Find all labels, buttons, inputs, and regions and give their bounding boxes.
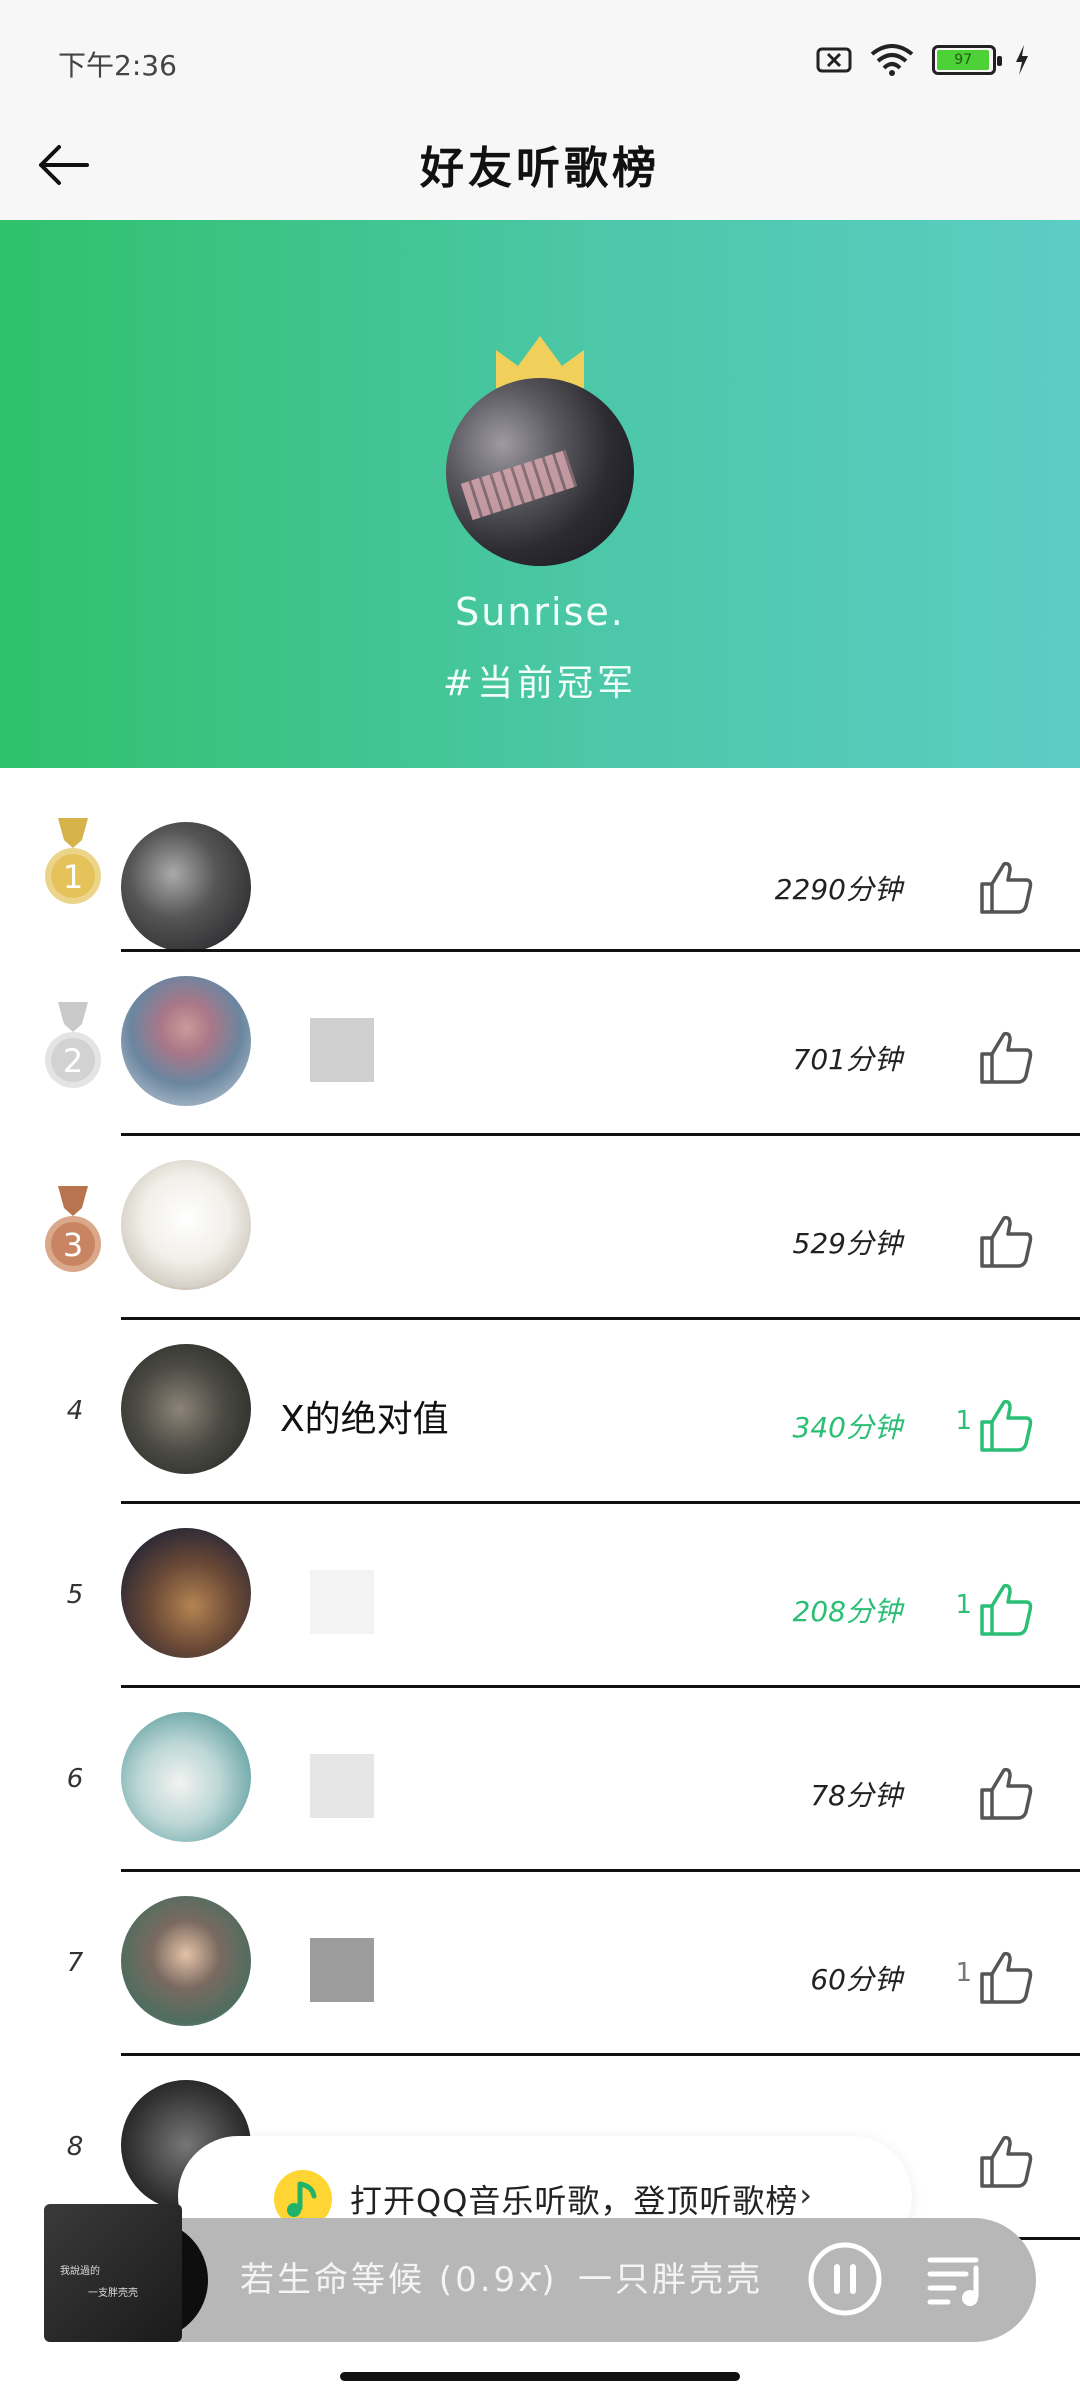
thumbs-up-icon[interactable] — [978, 1950, 1034, 2006]
champion-tag: #当前冠军 — [442, 663, 638, 704]
status-icons: 97 — [816, 44, 1030, 76]
song-title: 若生命等候 (0.9x) — [240, 2260, 558, 2300]
list-item[interactable]: 7 60分钟 1 — [0, 1872, 1080, 2056]
like-count: 1 — [955, 1958, 972, 1988]
pause-icon[interactable] — [806, 2240, 884, 2318]
thumbs-up-icon[interactable] — [978, 2134, 1034, 2190]
battery-icon: 97 — [932, 45, 1002, 75]
listen-duration: 78分钟 — [810, 1779, 902, 1812]
listen-duration: 60分钟 — [810, 1963, 902, 1996]
avatar[interactable] — [121, 976, 251, 1106]
user-name: X的绝对值 — [280, 1399, 449, 1440]
thumbs-up-icon[interactable] — [978, 1214, 1034, 1270]
avatar[interactable] — [121, 1712, 251, 1842]
avatar[interactable] — [121, 1528, 251, 1658]
album-cover[interactable]: 我說過的 一支胖壳壳 — [44, 2204, 182, 2342]
rank-number: 3 — [63, 1226, 83, 1264]
list-item[interactable]: 4 X的绝对值 340分钟 1 — [0, 1320, 1080, 1504]
thumbs-up-icon[interactable] — [978, 1766, 1034, 1822]
playlist-icon[interactable] — [926, 2250, 992, 2310]
gold-medal-icon: 1 — [45, 818, 101, 904]
cover-text: 一支胖壳壳 — [88, 2288, 138, 2299]
listen-duration: 529分钟 — [792, 1227, 902, 1260]
avatar[interactable] — [121, 1160, 251, 1290]
champion-name: Sunrise. — [455, 590, 625, 634]
avatar[interactable] — [121, 822, 251, 952]
listen-duration: 340分钟 — [792, 1411, 902, 1444]
avatar[interactable] — [121, 1344, 251, 1474]
chevron-right-icon: › — [799, 2176, 812, 2214]
sim-x-icon — [816, 47, 852, 73]
rank-number: 5 — [66, 1580, 84, 1610]
thumbs-up-icon[interactable] — [978, 860, 1034, 916]
wifi-icon — [870, 44, 914, 76]
like-count: 1 — [955, 1590, 972, 1620]
like-count: 1 — [955, 1406, 972, 1436]
song-separator: - — [530, 2252, 543, 2292]
listen-duration: 2290分钟 — [774, 873, 902, 906]
status-time: 下午2:36 — [58, 49, 177, 82]
rank-number: 6 — [66, 1764, 84, 1794]
listen-duration: 208分钟 — [792, 1595, 902, 1628]
rank-number: 2 — [63, 1042, 83, 1080]
thumbs-up-icon[interactable] — [978, 1398, 1034, 1454]
rank-number: 7 — [66, 1948, 84, 1978]
status-bar: 下午2:36 97 — [0, 0, 1080, 110]
thumbs-up-icon[interactable] — [978, 1582, 1034, 1638]
list-item[interactable]: 5 208分钟 1 — [0, 1504, 1080, 1688]
battery-level: 97 — [937, 50, 990, 70]
header: 好友听歌榜 — [0, 110, 1080, 220]
home-indicator[interactable] — [340, 2372, 740, 2381]
listen-duration: 701分钟 — [792, 1043, 902, 1076]
rank-number: 4 — [66, 1396, 84, 1426]
song-artist: 一只胖壳壳 — [578, 2260, 763, 2300]
list-item[interactable]: 2 701分钟 — [0, 952, 1080, 1136]
cover-text: 我說過的 — [60, 2266, 100, 2277]
list-item[interactable]: 1 2290分钟 — [0, 768, 1080, 952]
redacted-name — [310, 1938, 374, 2002]
rank-number: 1 — [63, 858, 83, 896]
silver-medal-icon: 2 — [45, 1002, 101, 1088]
avatar[interactable] — [121, 1896, 251, 2026]
champion-avatar[interactable] — [446, 378, 634, 566]
list-item[interactable]: 3 529分钟 — [0, 1136, 1080, 1320]
redacted-name — [310, 1754, 374, 1818]
rank-number: 8 — [66, 2132, 84, 2162]
list-item[interactable]: 6 78分钟 — [0, 1688, 1080, 1872]
thumbs-up-icon[interactable] — [978, 1030, 1034, 1086]
page-title: 好友听歌榜 — [420, 143, 660, 194]
bronze-medal-icon: 3 — [45, 1186, 101, 1272]
charging-icon — [1016, 45, 1028, 75]
prompt-text: 打开QQ音乐听歌，登顶听歌榜 — [350, 2182, 799, 2220]
redacted-name — [310, 1018, 374, 1082]
redacted-name — [310, 1570, 374, 1634]
